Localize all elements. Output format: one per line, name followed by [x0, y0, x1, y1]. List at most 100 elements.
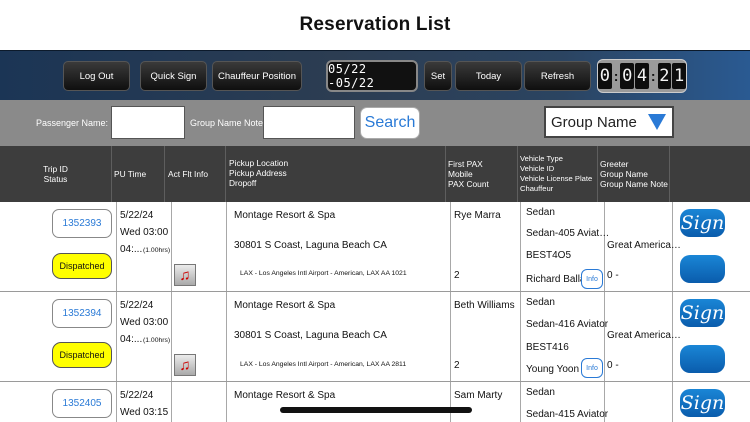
- chauffeur-info-button[interactable]: Info: [581, 358, 603, 378]
- pickup-location: Montage Resort & Spa: [234, 300, 336, 311]
- column-divider: [226, 202, 227, 291]
- greeter: Great America…: [607, 240, 681, 251]
- column-header-vehicle[interactable]: Vehicle Type Vehicle ID Vehicle License …: [518, 146, 598, 202]
- header-line: Vehicle ID: [520, 164, 555, 173]
- search-button[interactable]: Search: [360, 107, 420, 139]
- dropoff: LAX - Los Angeles Intl Airport - America…: [240, 361, 407, 368]
- timer-digit: 0: [620, 63, 635, 89]
- greeter: Great America…: [607, 330, 681, 341]
- pickup-location: Montage Resort & Spa: [234, 210, 336, 221]
- column-divider: [520, 202, 521, 291]
- header-line: Greeter: [600, 159, 629, 169]
- column-header-pax[interactable]: First PAX Mobile PAX Count: [446, 146, 518, 202]
- chauffeur-position-button[interactable]: Chauffeur Position: [212, 61, 302, 91]
- column-divider: [226, 382, 227, 422]
- page-title: Reservation List: [299, 14, 451, 35]
- refresh-timer: 0 : 0 4 : 2 1: [597, 59, 687, 93]
- secondary-action-button[interactable]: [680, 345, 725, 373]
- column-header-actions: [670, 146, 750, 202]
- timer-digit: 1: [672, 63, 687, 89]
- column-divider: [450, 292, 451, 381]
- toolbar: Log Out Quick Sign Chauffeur Position 05…: [0, 50, 750, 100]
- trip-id-button[interactable]: 1352394: [52, 299, 112, 328]
- pu-time: Wed 03:00: [120, 227, 169, 238]
- vehicle-type: Sedan: [526, 297, 555, 308]
- passenger-name-label: Passenger Name:: [36, 118, 109, 128]
- group-name-select-value: Group Name: [551, 113, 637, 131]
- pu-date: 5/22/24: [120, 390, 154, 401]
- vehicle-type: Sedan: [526, 387, 555, 398]
- timer-separator: :: [650, 68, 656, 84]
- license-plate: BEST4O5: [526, 250, 572, 261]
- table-row[interactable]: 1352405 5/22/24 Wed 03:15 Montage Resort…: [0, 382, 750, 422]
- music-note-icon[interactable]: ♫: [174, 264, 196, 286]
- music-note-icon[interactable]: ♫: [174, 354, 196, 376]
- license-plate: BEST416: [526, 342, 569, 353]
- chauffeur-info-button[interactable]: Info: [581, 269, 603, 289]
- timer-digit: 4: [635, 63, 649, 89]
- trip-id-button[interactable]: 1352393: [52, 209, 112, 238]
- header-line: Pickup Location: [229, 158, 289, 168]
- group-name-select[interactable]: Group Name: [544, 106, 674, 138]
- column-header-act-flt[interactable]: Act Flt Info: [165, 146, 226, 202]
- date-range-display[interactable]: 05/22 -05/22: [326, 60, 418, 92]
- sign-button[interactable]: Sign: [680, 209, 725, 237]
- group-name-note: 0 -: [607, 270, 619, 281]
- trip-id-button[interactable]: 1352405: [52, 389, 112, 418]
- pu-duration-prefix: 04:...: [120, 334, 143, 345]
- pu-date: 5/22/24: [120, 300, 154, 311]
- header-line: Vehicle Type: [520, 154, 563, 163]
- status-badge: Dispatched: [52, 253, 112, 279]
- table-header: Trip ID Status PU Time Act Flt Info Pick…: [0, 146, 750, 202]
- vehicle-type: Sedan: [526, 207, 555, 218]
- column-header-pu-time[interactable]: PU Time: [112, 146, 165, 202]
- header-line: Status: [43, 174, 68, 184]
- pickup-address: 30801 S Coast, Laguna Beach CA: [234, 240, 387, 251]
- title-bar: Reservation List: [0, 0, 750, 50]
- column-divider: [450, 202, 451, 291]
- pu-time: Wed 03:15: [120, 407, 169, 418]
- logout-button[interactable]: Log Out: [63, 61, 130, 91]
- header-line: Trip ID: [43, 164, 68, 174]
- quick-sign-button[interactable]: Quick Sign: [140, 61, 207, 91]
- passenger-name-input[interactable]: [111, 106, 185, 139]
- pickup-location: Montage Resort & Spa: [234, 390, 336, 401]
- set-button[interactable]: Set: [424, 61, 452, 91]
- column-divider: [226, 292, 227, 381]
- group-name-note-input[interactable]: [263, 106, 355, 139]
- header-line: Dropoff: [229, 178, 257, 188]
- header-line: Mobile: [448, 169, 473, 179]
- header-line: Group Name: [600, 169, 648, 179]
- column-divider: [171, 292, 172, 381]
- column-divider: [171, 382, 172, 422]
- pax-count: 2: [454, 270, 460, 281]
- column-header-trip[interactable]: Trip ID Status: [0, 146, 112, 202]
- sign-button[interactable]: Sign: [680, 389, 725, 417]
- column-header-greeter[interactable]: Greeter Group Name Group Name Note: [598, 146, 670, 202]
- vehicle-id: Sedan-415 Aviator: [526, 409, 609, 420]
- pax-count: 2: [454, 360, 460, 371]
- first-pax: Beth Williams: [454, 300, 515, 311]
- refresh-button[interactable]: Refresh: [524, 61, 591, 91]
- first-pax: Rye Marra: [454, 210, 501, 221]
- header-line: Pickup Address: [229, 168, 287, 178]
- sign-button[interactable]: Sign: [680, 299, 725, 327]
- group-name-note-label: Group Name Note:: [190, 118, 266, 128]
- vehicle-id: Sedan-405 Aviat…: [526, 228, 610, 239]
- header-line: Group Name Note: [600, 179, 668, 189]
- today-button[interactable]: Today: [455, 61, 522, 91]
- group-name-note: 0 -: [607, 360, 619, 371]
- home-indicator[interactable]: [280, 407, 472, 413]
- column-divider: [171, 202, 172, 291]
- status-badge: Dispatched: [52, 342, 112, 368]
- chauffeur: Young Yoon: [526, 364, 580, 375]
- table-row[interactable]: 1352394 Dispatched 5/22/24 Wed 03:00 04:…: [0, 292, 750, 382]
- pu-duration: (1.00hrs): [143, 337, 171, 344]
- header-line: PU Time: [114, 169, 147, 179]
- table-row[interactable]: 1352393 Dispatched 5/22/24 Wed 03:00 04:…: [0, 202, 750, 292]
- reservation-list-screen: Reservation List Log Out Quick Sign Chau…: [0, 0, 750, 422]
- dropoff: LAX - Los Angeles Intl Airport - America…: [240, 270, 407, 277]
- pu-time: Wed 03:00: [120, 317, 169, 328]
- column-header-pickup[interactable]: Pickup Location Pickup Address Dropoff: [226, 146, 446, 202]
- secondary-action-button[interactable]: [680, 255, 725, 283]
